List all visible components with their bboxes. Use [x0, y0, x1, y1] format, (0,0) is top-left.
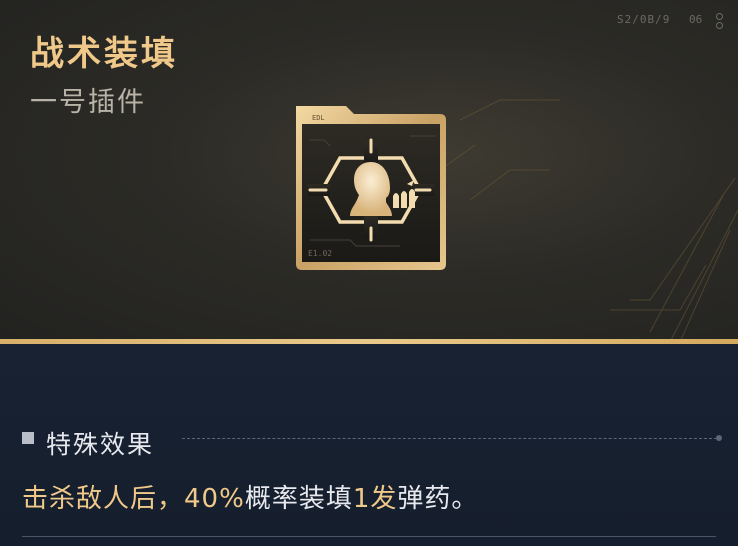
effect-text-part: 概率装填 — [244, 484, 353, 514]
corner-dots-icon — [716, 13, 723, 31]
effect-text-part: 弹药。 — [397, 484, 479, 514]
effect-ammo-count: 1发 — [352, 484, 398, 514]
plugin-title: 战术装填 — [30, 34, 178, 74]
tactical-reload-plugin-icon: EDL E1.02 — [296, 106, 446, 270]
plugin-code-label: E1.02 — [308, 249, 332, 258]
effect-description: 击杀敌人后，40%概率装填1发弹药。 — [22, 478, 478, 515]
square-bullet-icon — [22, 432, 34, 444]
effect-text-part: 击杀敌人后， — [22, 484, 185, 514]
plugin-tab-label: EDL — [312, 114, 325, 122]
section-line-dot-icon — [716, 435, 722, 441]
effect-section-header: 特殊效果 — [22, 425, 722, 459]
header-panel: 战术装填 一号插件 S2/0B/9 06 EDL E1.02 — [0, 0, 738, 342]
plugin-detail-card: 战术装填 一号插件 S2/0B/9 06 EDL E1.02 特殊效果 击杀敌人… — [0, 0, 738, 546]
corner-code: S2/0B/9 — [617, 13, 671, 26]
effect-chance: 40% — [184, 484, 245, 514]
plugin-slot-label: 一号插件 — [30, 87, 146, 118]
corner-number: 06 — [689, 13, 703, 26]
effect-section-title: 特殊效果 — [46, 430, 155, 459]
bottom-divider-line — [22, 536, 716, 537]
section-divider-line — [182, 438, 717, 439]
